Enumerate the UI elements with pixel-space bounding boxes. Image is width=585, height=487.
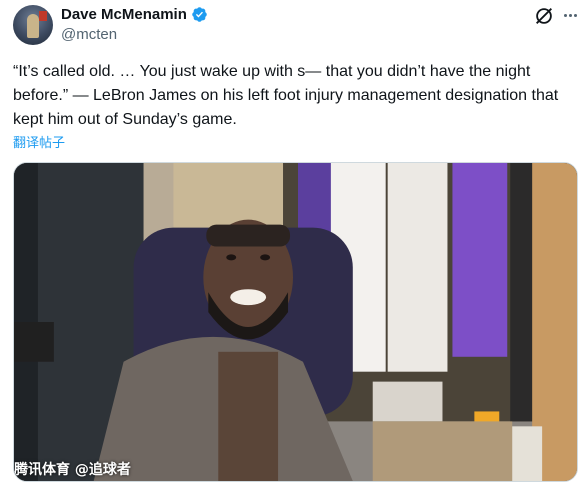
verified-badge-icon xyxy=(192,7,207,22)
author-name-row: Dave McMenamin xyxy=(61,6,208,23)
dot xyxy=(568,13,572,17)
translate-post-link[interactable]: 翻译帖子 xyxy=(13,132,65,151)
more-options-icon[interactable] xyxy=(560,5,580,25)
dot xyxy=(563,13,567,17)
video-frame-image xyxy=(14,163,577,481)
video-watermark: 腾讯体育 @追球者 xyxy=(14,462,131,478)
grok-icon[interactable] xyxy=(533,5,555,27)
post-text: “It’s called old. … You just wake up wit… xyxy=(13,63,559,128)
author-handle[interactable]: @mcten xyxy=(61,26,117,43)
dot xyxy=(573,13,577,17)
post-video[interactable]: 腾讯体育 @追球者 xyxy=(13,162,578,482)
tweet-card: Dave McMenamin @mcten “It’s called old. … xyxy=(0,0,585,487)
avatar-figure xyxy=(27,14,39,38)
author-avatar[interactable] xyxy=(13,5,53,45)
author-display-name[interactable]: Dave McMenamin xyxy=(61,6,187,23)
avatar-flag xyxy=(39,11,47,21)
